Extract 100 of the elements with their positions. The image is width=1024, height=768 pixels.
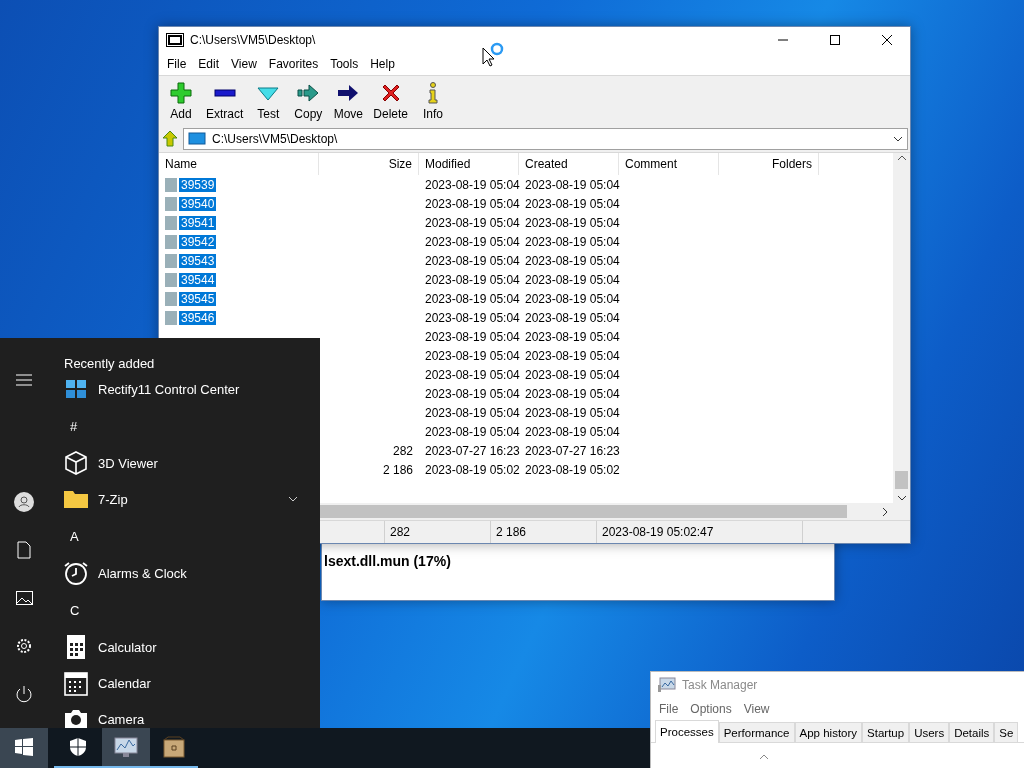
- table-cell-text: 2023-08-19 05:04: [424, 196, 519, 211]
- app-item[interactable]: Calculator: [48, 629, 320, 665]
- menu-item[interactable]: File: [653, 700, 685, 718]
- file-icon: [165, 291, 177, 306]
- table-cell-text: 2023-08-19 05:04: [424, 405, 519, 420]
- letter-heading[interactable]: #: [48, 407, 108, 445]
- table-cell-text: 2023-08-19 05:04: [524, 234, 619, 249]
- close-icon: [881, 34, 893, 46]
- power-icon: [15, 685, 33, 703]
- toolbar-button[interactable]: Delete: [368, 76, 414, 126]
- file-name[interactable]: 39539: [179, 177, 217, 192]
- address-text: C:\Users\VM5\Desktop\: [212, 132, 339, 146]
- up-folder-button[interactable]: [161, 130, 179, 148]
- table-cell-text: 2023-08-19 05:04: [424, 310, 519, 325]
- table-cell-text: 2023-08-19 05:04: [524, 405, 619, 420]
- table-cell-text: 2023-07-27 16:23: [524, 443, 619, 458]
- tab[interactable]: Performance: [718, 722, 795, 742]
- file-name[interactable]: 39546: [179, 310, 217, 325]
- column-header[interactable]: Name: [159, 153, 319, 175]
- busy-spinner-icon: [490, 42, 504, 56]
- app-item[interactable]: Calendar: [48, 665, 320, 701]
- arrow-up-icon: [161, 130, 179, 148]
- cube-icon: [62, 449, 90, 477]
- table-cell-text: 2023-08-19 05:02: [424, 462, 519, 477]
- cursor-icon: [482, 47, 496, 68]
- maximize-icon: [829, 34, 841, 46]
- menu-item[interactable]: Edit: [192, 55, 226, 73]
- menu-item[interactable]: Help: [364, 55, 401, 73]
- column-header[interactable]: Size: [319, 153, 419, 175]
- scroll-thumb[interactable]: [895, 471, 908, 489]
- table-cell-text: 2023-08-19 05:04: [524, 272, 619, 287]
- toolbar-button[interactable]: Extract: [201, 76, 249, 126]
- monitor-chart-icon: [658, 677, 676, 693]
- table-cell-text: 2023-08-19 05:04: [524, 291, 619, 306]
- menu-icon: [15, 373, 33, 387]
- table-cell-text: 2023-08-19 05:04: [524, 348, 619, 363]
- table-cell-text: 2023-08-19 05:04: [424, 215, 519, 230]
- letter-heading[interactable]: C: [48, 591, 108, 629]
- monitor-icon: [188, 132, 206, 146]
- table-cell-text: 2023-08-19 05:04: [524, 424, 619, 439]
- table-cell-text: 2023-08-19 05:04: [424, 177, 519, 192]
- menu-item[interactable]: Options: [684, 700, 738, 718]
- file-name[interactable]: 39541: [179, 215, 217, 230]
- table-cell-text: 2023-08-19 05:04: [424, 234, 519, 249]
- app-item[interactable]: Rectify11 Control Center: [48, 371, 320, 407]
- table-cell-text: 2023-08-19 05:04: [524, 177, 619, 192]
- menu-item[interactable]: File: [161, 55, 193, 73]
- table-cell-text: 2023-07-27 16:23: [424, 443, 519, 458]
- table-cell-text: 2023-08-19 05:04: [524, 196, 619, 211]
- column-header[interactable]: Comment: [619, 153, 719, 175]
- taskbar-app[interactable]: [102, 728, 150, 768]
- file-name[interactable]: 39544: [179, 272, 217, 287]
- table-cell-text: 2023-08-19 05:04: [524, 310, 619, 325]
- menu-item[interactable]: View: [737, 700, 776, 718]
- shield-icon: [69, 737, 87, 757]
- table-cell-text: 2 186: [381, 462, 414, 477]
- file-name[interactable]: 39543: [179, 253, 217, 268]
- menu-item[interactable]: Favorites: [262, 55, 325, 73]
- table-cell-text: 2023-08-19 05:04: [424, 272, 519, 287]
- file-icon: [165, 234, 177, 249]
- file-name[interactable]: 39545: [179, 291, 217, 306]
- column-header[interactable]: Created: [519, 153, 619, 175]
- chevron-down-icon: [896, 493, 907, 503]
- tab[interactable]: Startup: [862, 722, 910, 742]
- start-button[interactable]: [0, 728, 48, 768]
- window-title: Task Manager: [682, 678, 758, 692]
- table-cell-text: 2023-08-19 05:04: [524, 386, 619, 401]
- menu-item[interactable]: Tools: [324, 55, 365, 73]
- chevron-up-icon: [896, 153, 907, 163]
- toolbar-button[interactable]: Test: [248, 76, 289, 126]
- column-header[interactable]: Modified: [419, 153, 519, 175]
- menu-item[interactable]: View: [225, 55, 263, 73]
- toolbar-button[interactable]: Copy: [288, 76, 329, 126]
- toolbar-button[interactable]: Add: [161, 76, 201, 126]
- file-icon: [165, 177, 177, 192]
- app-item[interactable]: Alarms & Clock: [48, 555, 320, 591]
- tab[interactable]: Processes: [655, 720, 719, 743]
- toolbar-button[interactable]: Move: [328, 76, 369, 126]
- status-text: 282: [385, 521, 491, 543]
- image-icon: [15, 591, 33, 605]
- table-cell-text: 2023-08-19 05:04: [424, 329, 519, 344]
- tab[interactable]: Details: [949, 722, 995, 742]
- table-cell-text: 2023-08-19 05:04: [424, 291, 519, 306]
- tab[interactable]: App history: [794, 722, 863, 742]
- tab[interactable]: Se: [994, 722, 1019, 742]
- document-icon: [17, 541, 31, 559]
- column-header[interactable]: Folders: [719, 153, 819, 175]
- app-item[interactable]: 3D Viewer: [48, 445, 320, 481]
- file-icon: [165, 215, 177, 230]
- vertical-scrollbar[interactable]: [893, 153, 910, 503]
- address-field[interactable]: C:\Users\VM5\Desktop\: [183, 128, 908, 150]
- toolbar-button[interactable]: Info: [413, 76, 454, 126]
- app-folder[interactable]: 7-Zip: [48, 481, 320, 517]
- table-cell-text: 2023-08-19 05:02: [524, 462, 619, 477]
- letter-heading[interactable]: A: [48, 517, 108, 555]
- file-name[interactable]: 39542: [179, 234, 217, 249]
- windows-logo-icon: [15, 738, 33, 756]
- file-name[interactable]: 39540: [179, 196, 217, 211]
- table-cell-text: 2023-08-19 05:04: [424, 348, 519, 363]
- tab[interactable]: Users: [909, 722, 950, 742]
